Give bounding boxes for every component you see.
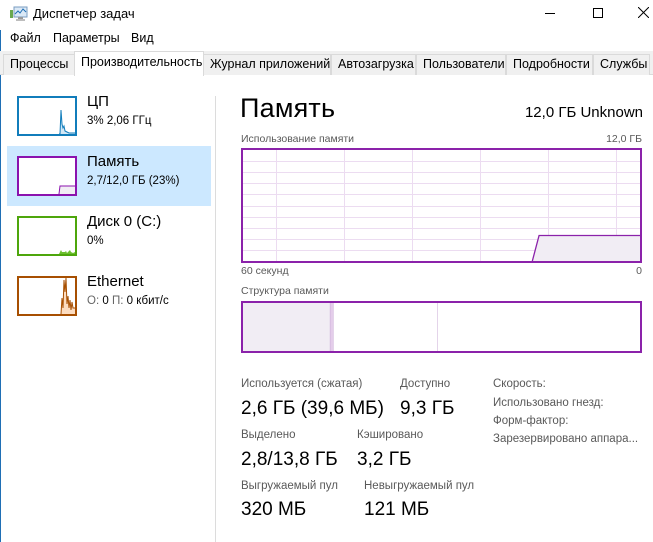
cpu-mini-graph bbox=[17, 96, 77, 136]
structure-segment-standby bbox=[333, 303, 438, 351]
tab-details[interactable]: Подробности bbox=[506, 54, 593, 75]
nonpaged-pool-label: Невыгружаемый пул bbox=[364, 480, 475, 492]
sidebar-item-memory[interactable]: Память 2,7/12,0 ГБ (23%) bbox=[7, 146, 211, 206]
tab-processes[interactable]: Процессы bbox=[3, 54, 75, 75]
memory-title: Память bbox=[87, 153, 140, 170]
memory-structure-svg bbox=[243, 303, 640, 351]
available-value: 9,3 ГБ bbox=[400, 398, 455, 419]
menu-file[interactable]: Файл bbox=[10, 31, 41, 45]
memory-structure-bar bbox=[241, 301, 642, 353]
structure-segment-free bbox=[437, 303, 640, 351]
paged-pool-value: 320 МБ bbox=[241, 499, 307, 520]
minimize-icon bbox=[545, 5, 555, 23]
tab-startup[interactable]: Автозагрузка bbox=[331, 54, 416, 75]
disk-subtitle: 0% bbox=[87, 235, 104, 247]
tab-bar: Процессы Производительность Журнал прило… bbox=[0, 51, 653, 76]
committed-label: Выделено bbox=[241, 429, 296, 441]
cpu-subtitle: 3% 2,06 ГГц bbox=[87, 115, 152, 127]
disk-mini-graph bbox=[17, 216, 77, 256]
sidebar-divider[interactable] bbox=[215, 96, 216, 542]
cached-label: Кэшировано bbox=[357, 429, 424, 441]
usage-graph-label: Использование памяти bbox=[241, 133, 355, 145]
nonpaged-pool-value: 121 МБ bbox=[364, 499, 430, 520]
memory-mini-graph-fill bbox=[59, 186, 75, 194]
memory-total: 12,0 ГБ Unknown bbox=[524, 104, 643, 121]
memory-usage-graph-svg bbox=[243, 150, 640, 261]
structure-segment-in-use bbox=[243, 303, 331, 351]
cpu-title: ЦП bbox=[87, 93, 109, 110]
graph-x-right-label: 0 bbox=[636, 265, 642, 277]
maximize-icon bbox=[593, 5, 603, 23]
menu-bar: Файл Параметры Вид bbox=[0, 30, 653, 50]
info-hardware-reserved: Зарезервировано аппара... bbox=[493, 433, 639, 445]
structure-label: Структура памяти bbox=[241, 285, 329, 297]
ethernet-mini-graph bbox=[17, 276, 77, 316]
ethernet-recv-value: 0 кбит/с bbox=[126, 295, 169, 307]
maximize-button[interactable] bbox=[575, 0, 621, 28]
page-title: Память bbox=[240, 93, 336, 123]
tab-services[interactable]: Службы bbox=[593, 54, 650, 75]
sidebar-item-ethernet[interactable]: Ethernet О: 0 П: 0 кбит/с bbox=[7, 266, 211, 326]
disk-title: Диск 0 (C:) bbox=[87, 213, 162, 230]
memory-usage-graph bbox=[241, 148, 642, 263]
sidebar-item-cpu[interactable]: ЦП 3% 2,06 ГГц bbox=[7, 86, 211, 146]
ethernet-send-label: О: bbox=[87, 295, 100, 307]
in-use-label: Используется (сжатая) bbox=[241, 378, 363, 390]
title-bar[interactable]: Диспетчер задач bbox=[0, 0, 653, 30]
info-speed: Скорость: bbox=[493, 378, 546, 390]
window-title: Диспетчер задач bbox=[33, 6, 135, 21]
cached-value: 3,2 ГБ bbox=[357, 449, 412, 470]
resource-sidebar: ЦП 3% 2,06 ГГц Память 2,7/12,0 ГБ (23%) … bbox=[1, 76, 215, 542]
menu-options[interactable]: Параметры bbox=[53, 31, 120, 45]
graph-x-left-label: 60 секунд bbox=[241, 265, 289, 277]
ethernet-send-value: 0 bbox=[102, 295, 109, 307]
in-use-value: 2,6 ГБ (39,6 МБ) bbox=[241, 398, 384, 419]
ethernet-subtitle: О: 0 П: 0 кбит/с bbox=[87, 295, 169, 307]
usage-graph-max: 12,0 ГБ bbox=[606, 133, 642, 145]
usage-area bbox=[532, 235, 640, 261]
info-slots-used: Использовано гнезд: bbox=[493, 397, 604, 409]
available-label: Доступно bbox=[400, 378, 451, 390]
close-icon bbox=[637, 5, 649, 23]
disk-mini-graph-fill bbox=[59, 250, 75, 254]
sidebar-item-disk[interactable]: Диск 0 (C:) 0% bbox=[7, 206, 211, 266]
tab-app-history[interactable]: Журнал приложений bbox=[203, 54, 331, 75]
tab-users[interactable]: Пользователи bbox=[416, 54, 506, 75]
ethernet-recv-label: П: bbox=[111, 295, 124, 307]
menu-view[interactable]: Вид bbox=[131, 31, 154, 45]
info-form-factor: Форм-фактор: bbox=[493, 415, 569, 427]
memory-subtitle: 2,7/12,0 ГБ (23%) bbox=[87, 175, 180, 187]
task-manager-icon bbox=[10, 6, 28, 22]
tab-performance[interactable]: Производительность bbox=[74, 51, 204, 76]
memory-mini-graph bbox=[17, 156, 77, 196]
minimize-button[interactable] bbox=[527, 0, 573, 28]
committed-value: 2,8/13,8 ГБ bbox=[241, 449, 338, 470]
close-button[interactable] bbox=[620, 0, 653, 28]
ethernet-title: Ethernet bbox=[87, 273, 144, 290]
paged-pool-label: Выгружаемый пул bbox=[241, 480, 338, 492]
